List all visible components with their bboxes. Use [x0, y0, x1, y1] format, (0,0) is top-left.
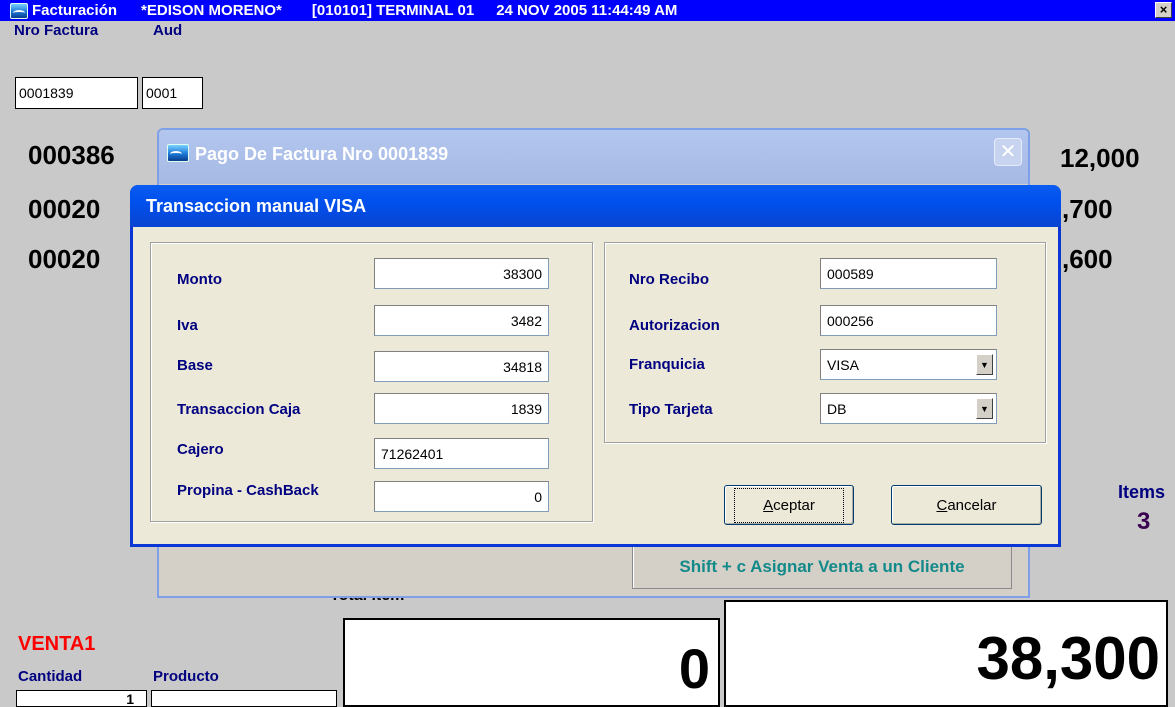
nro-factura-label: Nro Factura [14, 22, 99, 39]
transaccion-caja-field[interactable]: 1839 [374, 393, 549, 424]
item-code: 00020 [28, 244, 101, 274]
aud-label: Aud [153, 22, 183, 39]
iva-field[interactable]: 3482 [374, 305, 549, 336]
main-close-button[interactable]: × [1155, 2, 1172, 18]
pago-title: Pago De Factura Nro 0001839 [195, 144, 449, 164]
chevron-down-icon[interactable]: ▼ [976, 398, 993, 419]
cantidad-field[interactable]: 1 [16, 690, 147, 707]
item-code: 000386 [28, 140, 115, 170]
producto-label: Producto [153, 668, 219, 685]
monto-field[interactable]: 38300 [374, 258, 549, 289]
total-box: 38,300 [724, 600, 1168, 707]
transaccion-caja-label: Transaccion Caja [177, 401, 301, 418]
left-group: Monto 38300 Iva 3482 Base 34818 Transacc… [150, 242, 593, 522]
pago-title-bar: Pago De Factura Nro 0001839 [159, 130, 1028, 184]
cancelar-mnemonic: C [936, 496, 948, 514]
item-amount: ,600 [1062, 244, 1113, 274]
cancelar-button[interactable]: Cancelar [891, 485, 1042, 525]
user-name: *EDISON MORENO* [141, 2, 282, 19]
total-item-box: 0 [343, 618, 720, 707]
pago-close-button[interactable]: ✕ [994, 138, 1022, 166]
assign-client-button[interactable]: Shift + c Asignar Venta a un Cliente [632, 545, 1012, 589]
monto-label: Monto [177, 271, 222, 288]
app-title: Facturación [32, 2, 118, 19]
autorizacion-label: Autorizacion [629, 317, 720, 334]
nro-recibo-label: Nro Recibo [629, 271, 710, 288]
producto-field[interactable] [151, 690, 337, 707]
franquicia-select[interactable]: VISA ▼ [820, 349, 997, 380]
aceptar-label: ceptar [773, 496, 815, 514]
cajero-label: Cajero [177, 441, 224, 458]
base-field[interactable]: 34818 [374, 351, 549, 382]
tipo-tarjeta-label: Tipo Tarjeta [629, 401, 713, 418]
cancelar-label: ancelar [947, 496, 997, 514]
iva-label: Iva [177, 317, 198, 334]
cajero-field[interactable]: 71262401 [374, 438, 549, 469]
terminal-label: [010101] TERMINAL 01 [311, 2, 475, 19]
aceptar-button[interactable]: Aceptar [724, 485, 854, 525]
total-item-value: 0 [678, 637, 710, 700]
franquicia-label: Franquicia [629, 356, 705, 373]
pago-app-icon [167, 144, 189, 162]
nro-recibo-field[interactable]: 000589 [820, 258, 997, 289]
transaction-title: Transaccion manual VISA [146, 195, 367, 216]
transaction-dialog: Transaccion manual VISA Monto 38300 Iva … [130, 185, 1061, 547]
items-label: Items [1118, 482, 1166, 502]
datetime-label: 24 NOV 2005 11:44:49 AM [496, 2, 678, 19]
item-amount: ,700 [1062, 194, 1113, 224]
app-icon [10, 2, 28, 19]
propina-field[interactable]: 0 [374, 481, 549, 512]
tipo-tarjeta-value: DB [827, 400, 847, 417]
aceptar-mnemonic: A [763, 496, 774, 514]
aud-field[interactable]: 0001 [142, 77, 203, 109]
base-label: Base [177, 357, 213, 374]
transaction-title-bar: Transaccion manual VISA [130, 185, 1061, 227]
aceptar-focus: Aceptar [734, 487, 844, 523]
item-code: 00020 [28, 194, 101, 224]
tipo-tarjeta-select[interactable]: DB ▼ [820, 393, 997, 424]
total-value: 38,300 [976, 625, 1160, 692]
nro-factura-field[interactable]: 0001839 [15, 77, 138, 109]
propina-label: Propina - CashBack [177, 482, 319, 499]
venta-label: VENTA1 [18, 633, 96, 655]
franquicia-value: VISA [827, 356, 859, 373]
cantidad-label: Cantidad [18, 668, 83, 685]
item-amount: 12,000 [1060, 143, 1140, 173]
chevron-down-icon[interactable]: ▼ [976, 354, 993, 375]
right-group: Nro Recibo 000589 Autorizacion 000256 Fr… [604, 242, 1046, 443]
items-count: 3 [1137, 508, 1151, 535]
main-title-bar: Facturación *EDISON MORENO* [010101] TER… [0, 0, 1175, 21]
autorizacion-field[interactable]: 000256 [820, 305, 997, 336]
